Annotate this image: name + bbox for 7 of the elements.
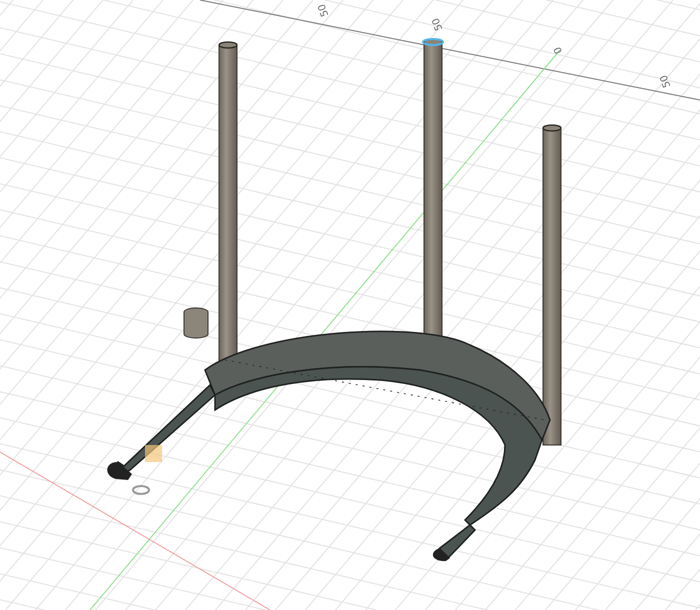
axis-label: 0 [553, 45, 565, 55]
axis-label: 50 [660, 73, 674, 89]
origin-icon [132, 485, 150, 495]
selection-marker-icon[interactable] [145, 445, 162, 462]
axis-label: 50 [318, 2, 332, 18]
selected-edge-icon[interactable] [422, 38, 444, 46]
axis-label: 50 [432, 16, 446, 32]
